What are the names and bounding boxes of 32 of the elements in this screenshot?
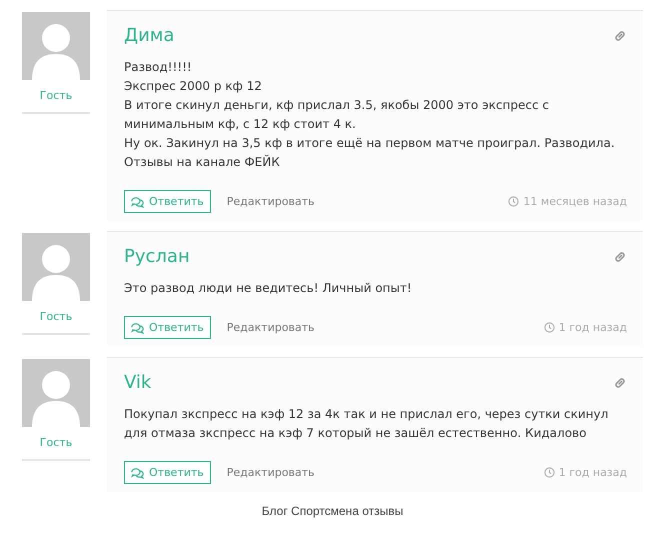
clock-icon xyxy=(544,322,555,333)
reply-button[interactable]: Ответить xyxy=(124,190,211,213)
author-name[interactable]: Vik xyxy=(124,372,152,393)
caption: Блог Спортсмена отзывы xyxy=(260,504,404,518)
clock-icon xyxy=(544,467,555,478)
comment-text: Экспрес 2000 р кф 12 xyxy=(124,78,263,95)
reply-button[interactable]: Ответить xyxy=(124,461,211,484)
user-role: Гость xyxy=(40,436,72,449)
chat-icon xyxy=(131,466,144,478)
author-name[interactable]: Руслан xyxy=(124,246,190,267)
comment-time: 1 год назад xyxy=(558,466,627,479)
comment-text: В итоге скинул деньги, кф прислал 3.5, якобы 2000 это экспресс с минимальным кф, с 12 кф стоит 4 к. xyxy=(124,97,550,133)
user-role: Гость xyxy=(40,310,72,323)
edit-link[interactable]: Редактировать xyxy=(226,195,315,208)
comment-time: 1 год назад xyxy=(558,321,627,334)
avatar-icon xyxy=(22,359,90,427)
edit-link[interactable]: Редактировать xyxy=(226,466,315,479)
comment-text: Покупал зкспресс на кэф 12 за 4к так и не прислал его, через сутки скинул для отмаза зкспресс на кэф 7 который не зашёл естественно. Кидалово xyxy=(124,406,610,442)
author-name[interactable]: Дима xyxy=(124,25,174,46)
reply-button[interactable]: Ответить xyxy=(124,316,211,339)
edit-link[interactable]: Редактировать xyxy=(226,321,315,334)
comment-text: Ну ок. Закинул на 3,5 кф в итоге ещё на первом матче проиграл. Разводила. xyxy=(124,135,616,152)
comment-time: 11 месяцев назад xyxy=(523,195,627,208)
chat-icon xyxy=(131,196,144,208)
chat-icon xyxy=(131,322,144,334)
comment-text: Это развод люди не ведитесь! Личный опыт! xyxy=(124,280,413,297)
clock-icon xyxy=(508,196,520,207)
user-role: Гость xyxy=(40,89,72,102)
avatar-icon xyxy=(22,12,90,80)
avatar-icon xyxy=(22,233,90,301)
comment-text: Развод!!!!! xyxy=(124,59,193,76)
comment-text: Отзывы на канале ФЕЙК xyxy=(124,154,281,171)
